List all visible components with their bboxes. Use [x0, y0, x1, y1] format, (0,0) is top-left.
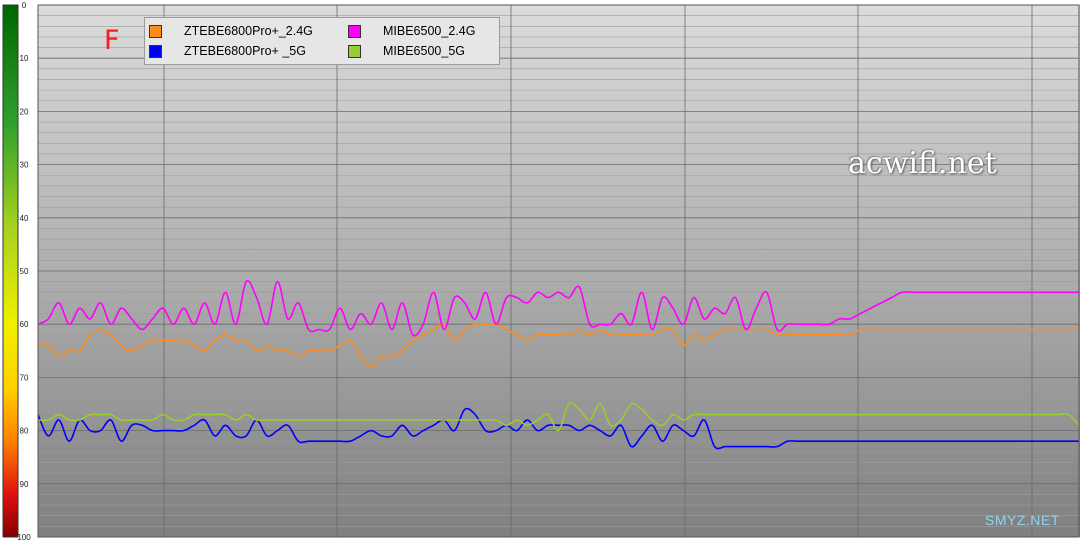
y-tick-label: 70 [20, 373, 29, 382]
watermark: acwifi.net [848, 146, 997, 181]
legend-swatch-green [348, 44, 361, 58]
legend-label: MIBE6500_5G [383, 44, 465, 58]
y-tick-label: 90 [20, 480, 29, 489]
y-tick-label: 30 [20, 161, 29, 170]
y-tick-label: 0 [22, 1, 27, 10]
legend-item: MIBE6500_5G [348, 41, 465, 61]
signal-chart: 0 10 20 30 40 50 60 70 80 90 100 ZTEBE6800Pro+_2.4… [0, 0, 1080, 542]
legend-label: ZTEBE6800Pro+ _5G [184, 44, 306, 58]
legend-label: ZTEBE6800Pro+_2.4G [184, 24, 313, 38]
y-tick-label: 50 [20, 267, 29, 276]
legend-swatch-blue [149, 44, 162, 58]
signal-scale-bar [2, 4, 19, 538]
y-tick-label: 80 [20, 427, 29, 436]
chart-legend: ZTEBE6800Pro+_2.4G ZTEBE6800Pro+ _5G MIB… [144, 17, 500, 65]
y-tick-label: 100 [17, 533, 31, 540]
y-tick-label: 60 [20, 320, 29, 329]
corner-watermark: SMYZ.NET [985, 512, 1060, 528]
legend-swatch-magenta [348, 24, 361, 38]
legend-swatch-orange [149, 24, 162, 38]
y-tick-label: 10 [20, 54, 29, 63]
marker-letter: F [104, 25, 120, 56]
y-tick-label: 20 [20, 107, 29, 116]
chart-svg: 0 10 20 30 40 50 60 70 80 90 100 [2, 1, 1080, 542]
legend-item: ZTEBE6800Pro+ _5G [149, 41, 306, 61]
y-tick-labels: 0 10 20 30 40 50 60 70 80 90 100 [17, 1, 31, 542]
y-tick-label: 40 [20, 214, 29, 223]
legend-item: ZTEBE6800Pro+_2.4G [149, 21, 313, 41]
legend-label: MIBE6500_2.4G [383, 24, 476, 38]
legend-item: MIBE6500_2.4G [348, 21, 475, 41]
